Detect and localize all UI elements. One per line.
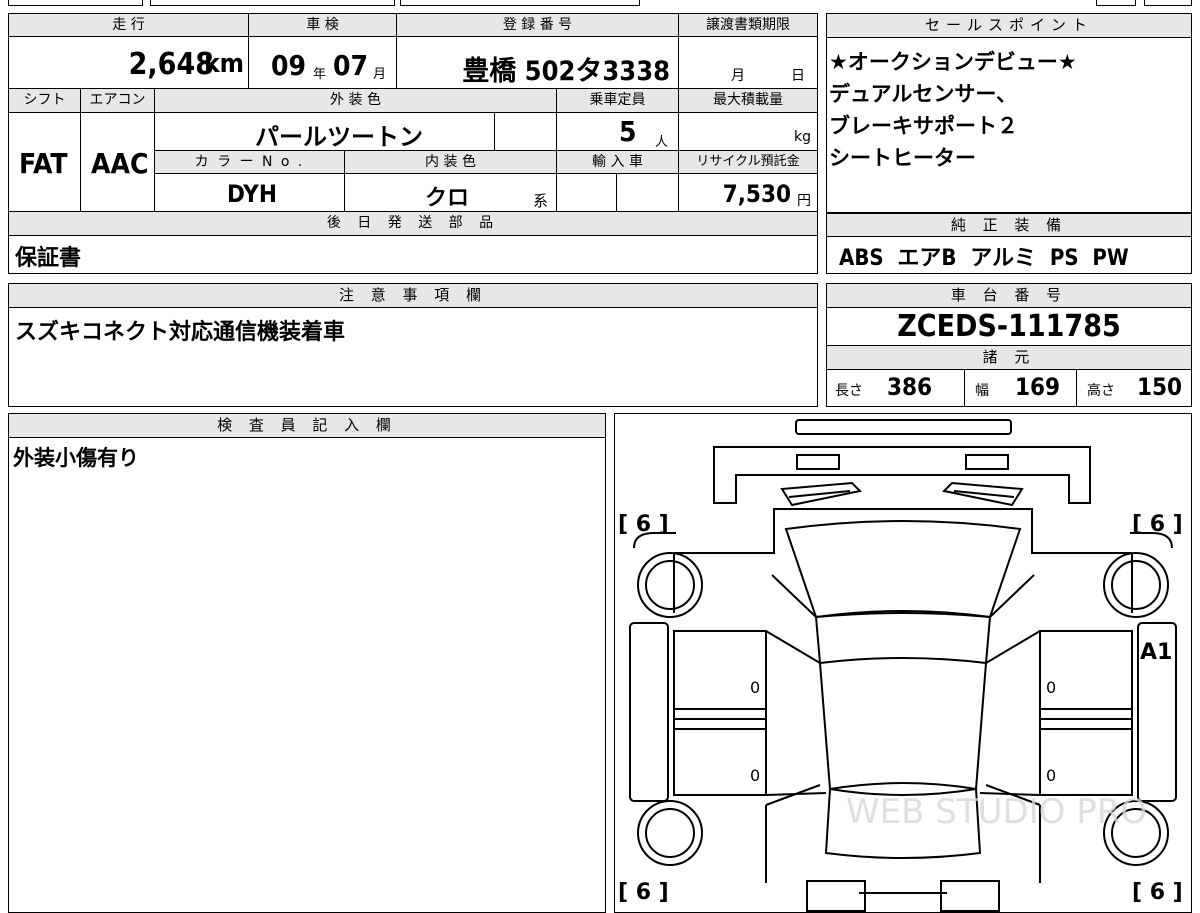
chassis-cell: ZCEDS-111785 (827, 308, 1191, 346)
tire-rear-right-label: [ 6 ] (1132, 880, 1183, 905)
aircon-cell: AAC (81, 113, 155, 212)
import-cell-a (557, 174, 617, 212)
capacity-cell: 5 人 (557, 113, 679, 151)
inspection-month-unit: 月 (373, 67, 387, 82)
aircon-value: AAC (91, 147, 149, 180)
transfer-deadline-cell: 月 日 (679, 37, 817, 89)
exterior-color-cell: パールツートン (155, 113, 495, 151)
shift-cell: FAT (9, 113, 81, 212)
spec-height-label: 高さ (1087, 383, 1115, 399)
equipment-value: ABS エアB アルミ PS PW (839, 246, 1129, 271)
interior-color-cell: クロ 系 (345, 174, 557, 212)
chassis-label: 車 台 番 号 (827, 284, 1191, 308)
capacity-label: 乗車定員 (557, 89, 679, 113)
inspection-year: 09 (271, 49, 307, 82)
color-no-label: カ ラ ー N o . (155, 151, 345, 174)
tire-front-left-label: [ 6 ] (618, 512, 669, 537)
sales-point-line: ★オークションデビュー★ (829, 50, 1077, 74)
later-parts-value: 保証書 (15, 246, 82, 271)
color-no-cell: DYH (155, 174, 345, 212)
max-load-unit: kg (794, 129, 811, 145)
spec-length-value: 386 (887, 373, 933, 401)
notes-panel: 注 意 事 項 欄 スズキコネクト対応通信機装着車 (8, 283, 818, 407)
inspection-label: 車 検 (249, 14, 397, 37)
chassis-panel: 車 台 番 号 ZCEDS-111785 諸 元 長さ 386 幅 169 高さ… (826, 283, 1192, 407)
transfer-month-unit: 月 (731, 68, 745, 84)
recycle-value: 7,530 (722, 180, 791, 208)
sales-points-list: ★オークションデビュー★ デュアルセンサー、 ブレーキサポート２ シートヒーター (829, 46, 1077, 174)
tire-front-right-label: [ 6 ] (1132, 512, 1183, 537)
zero-mark: 0 (1046, 766, 1056, 785)
sales-point-line: シートヒーター (829, 146, 976, 170)
inspection-month: 07 (333, 49, 369, 82)
spec-height: 高さ 150 (1077, 370, 1191, 406)
interior-color-value: クロ (425, 186, 470, 211)
notes-value: スズキコネクト対応通信機装着車 (15, 320, 346, 345)
inspector-panel: 検 査 員 記 入 欄 外装小傷有り (8, 413, 606, 913)
max-load-cell: kg (679, 113, 817, 151)
mileage-value: 2,648 (128, 47, 214, 82)
import-label: 輸 入 車 (557, 151, 679, 174)
specs-label: 諸 元 (827, 346, 1191, 370)
spec-width-value: 169 (1015, 373, 1061, 401)
chassis-value: ZCEDS-111785 (897, 309, 1121, 344)
damage-mark-right: A1 (1140, 640, 1172, 665)
color-no-value: DYH (227, 180, 277, 208)
top-strip (0, 0, 1200, 8)
zero-mark: 0 (750, 766, 760, 785)
interior-color-label: 内 装 色 (345, 151, 557, 174)
shift-label: シフト (9, 89, 81, 113)
capacity-value: 5 (619, 115, 637, 148)
sales-point-line: ブレーキサポート２ (829, 114, 1018, 138)
recycle-label: リサイクル預託金 (679, 151, 817, 174)
spec-length: 長さ 386 (827, 370, 965, 406)
equipment-label: 純 正 装 備 (827, 213, 1191, 237)
interior-color-unit: 系 (533, 192, 549, 210)
sales-points-label: セールスポイント (827, 14, 1191, 38)
mileage-unit: km (204, 49, 244, 79)
transfer-deadline-label: 譲渡書類期限 (679, 14, 817, 37)
exterior-color-extra-cell (495, 113, 557, 151)
mileage-cell: 2,648 km (9, 37, 249, 89)
tire-rear-left-label: [ 6 ] (618, 880, 669, 905)
inspection-year-unit: 年 (313, 67, 327, 82)
spec-length-label: 長さ (835, 383, 863, 399)
exterior-color-label: 外 装 色 (155, 89, 557, 113)
exterior-color-value: パールツートン (255, 123, 423, 151)
aircon-label: エアコン (81, 89, 155, 113)
notes-label: 注 意 事 項 欄 (9, 284, 817, 308)
zero-mark: 0 (1046, 678, 1056, 697)
capacity-unit: 人 (655, 135, 669, 150)
sales-point-line: デュアルセンサー、 (829, 82, 1018, 106)
mileage-label: 走 行 (9, 14, 249, 37)
inspection-cell: 09 年 07 月 (249, 37, 397, 89)
recycle-unit: 円 (797, 193, 811, 209)
import-cell-b (617, 174, 679, 212)
watermark: WEB STUDIO PRO (846, 792, 1147, 832)
registration-cell: 豊橋 502タ3338 (397, 37, 679, 89)
transfer-day-unit: 日 (791, 68, 805, 84)
equipment-panel: 純 正 装 備 ABS エアB アルミ PS PW (826, 213, 1192, 274)
spec-height-value: 150 (1137, 373, 1183, 401)
inspector-value: 外装小傷有り (13, 446, 139, 470)
later-parts-cell: 保証書 (9, 236, 817, 273)
car-diagram: [ 6 ] [ 6 ] [ 6 ] [ 6 ] A1 0 0 0 0 WEB S… (618, 419, 1183, 912)
spec-width-label: 幅 (975, 383, 989, 399)
sales-points-panel: セールスポイント ★オークションデビュー★ デュアルセンサー、 ブレーキサポート… (826, 13, 1192, 213)
vehicle-info-grid: 走 行 車 検 登 録 番 号 譲渡書類期限 2,648 km 09 年 07 … (8, 13, 818, 274)
recycle-cell: 7,530 円 (679, 174, 817, 212)
inspector-label: 検 査 員 記 入 欄 (9, 414, 605, 438)
shift-value: FAT (19, 147, 68, 180)
spec-width: 幅 169 (965, 370, 1077, 406)
registration-value: 豊橋 502タ3338 (462, 56, 670, 87)
zero-mark: 0 (750, 678, 760, 697)
registration-label: 登 録 番 号 (397, 14, 679, 37)
car-diagram-panel: [ 6 ] [ 6 ] [ 6 ] [ 6 ] A1 0 0 0 0 WEB S… (614, 413, 1192, 913)
max-load-label: 最大積載量 (679, 89, 817, 113)
later-parts-label: 後 日 発 送 部 品 (9, 212, 817, 236)
